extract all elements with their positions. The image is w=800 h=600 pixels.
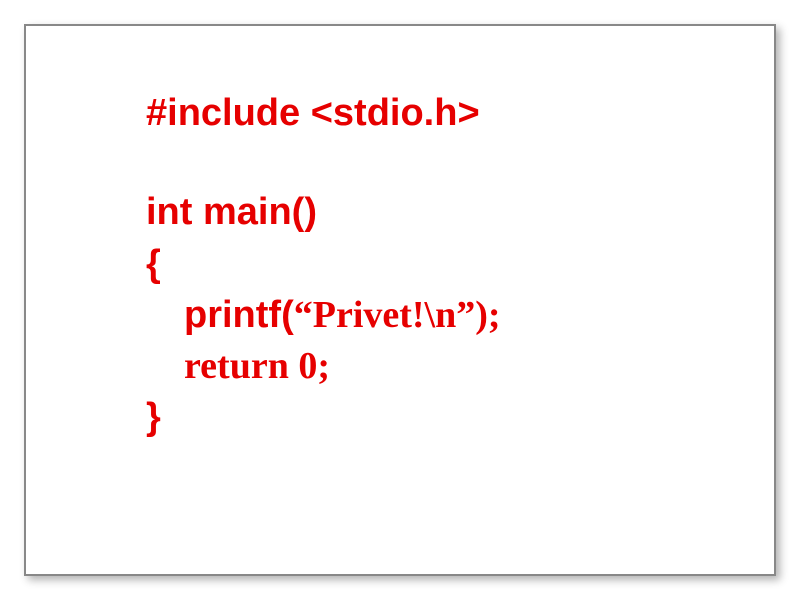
code-block: #include <stdio.h> int main() { printf(“…	[146, 88, 501, 444]
code-line-main: int main()	[146, 187, 501, 238]
printf-argument: “Privet!\n”);	[294, 294, 501, 336]
code-line-return: return 0;	[146, 341, 501, 392]
code-line-include: #include <stdio.h>	[146, 88, 501, 139]
slide-frame: #include <stdio.h> int main() { printf(“…	[24, 24, 776, 576]
blank-line	[146, 139, 501, 187]
code-line-brace-open: {	[146, 239, 501, 290]
printf-keyword: printf(	[184, 294, 294, 336]
code-line-brace-close: }	[146, 392, 501, 443]
code-line-printf: printf(“Privet!\n”);	[146, 290, 501, 341]
